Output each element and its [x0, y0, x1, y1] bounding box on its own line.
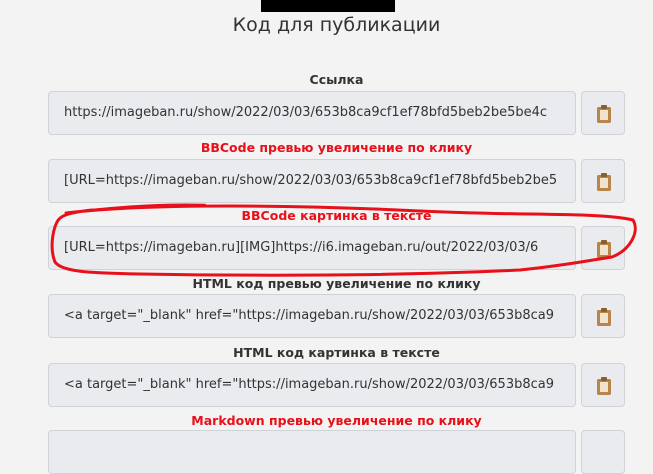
bbcode-image-field[interactable]: [URL=https://imageban.ru][IMG]https://i6…: [48, 226, 576, 270]
copy-html-image-button[interactable]: [581, 363, 625, 407]
label-link: Ссылка: [309, 72, 364, 87]
page-title: Код для публикации: [232, 14, 441, 36]
copy-html-preview-button[interactable]: [581, 294, 625, 338]
label-bbcode-preview: BBCode превью увеличение по клику: [200, 140, 473, 155]
clipboard-icon: [597, 240, 611, 258]
clipboard-icon: [597, 105, 611, 123]
redacted-block: [261, 0, 395, 12]
clipboard-icon: [597, 377, 611, 395]
markdown-preview-field[interactable]: [48, 430, 576, 474]
bbcode-preview-field[interactable]: [URL=https://imageban.ru/show/2022/03/03…: [48, 159, 576, 203]
label-bbcode-image: BBCode картинка в тексте: [241, 208, 432, 223]
link-field[interactable]: https://imageban.ru/show/2022/03/03/653b…: [48, 91, 576, 135]
label-html-image: HTML код картинка в тексте: [233, 345, 440, 360]
copy-bbcode-image-button[interactable]: [581, 226, 625, 270]
html-image-field[interactable]: <a target="_blank" href="https://imageba…: [48, 363, 576, 407]
copy-markdown-preview-button[interactable]: [581, 430, 625, 474]
clipboard-icon: [597, 308, 611, 326]
label-html-preview: HTML код превью увеличение по клику: [192, 276, 481, 291]
html-preview-field[interactable]: <a target="_blank" href="https://imageba…: [48, 294, 576, 338]
label-markdown-preview: Markdown превью увеличение по клику: [191, 413, 482, 428]
copy-link-button[interactable]: [581, 91, 625, 135]
clipboard-icon: [597, 173, 611, 191]
copy-bbcode-preview-button[interactable]: [581, 159, 625, 203]
